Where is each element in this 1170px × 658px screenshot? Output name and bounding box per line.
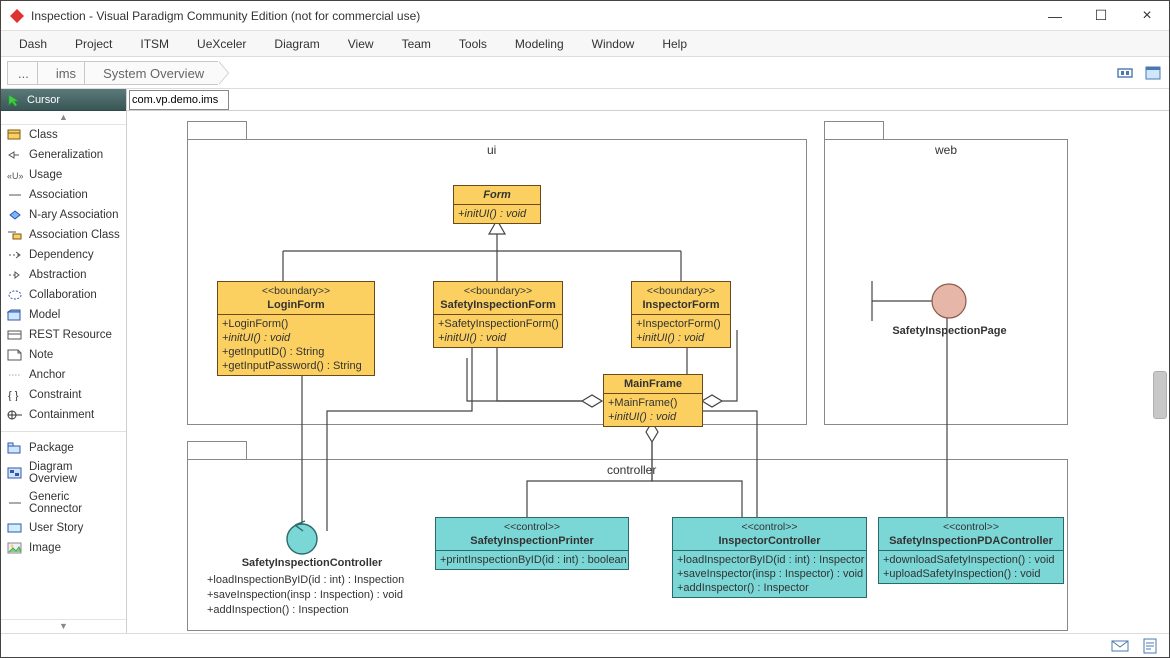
close-button[interactable]: × (1133, 7, 1161, 25)
canvas-header (127, 89, 1169, 111)
menu-project[interactable]: Project (75, 37, 112, 51)
titlebar: Inspection - Visual Paradigm Community E… (1, 1, 1169, 31)
menu-view[interactable]: View (348, 37, 374, 51)
palette-item-class[interactable]: Class (1, 125, 126, 145)
class-safety-inspection-form[interactable]: <<boundary>> SafetyInspectionForm +Safet… (433, 281, 563, 348)
palette-item-dependency[interactable]: Dependency (1, 245, 126, 265)
svg-text:{ }: { } (8, 390, 19, 401)
containment-icon (7, 408, 23, 422)
class-pda-controller[interactable]: <<control>> SafetyInspectionPDAControlle… (878, 517, 1064, 584)
menu-help[interactable]: Help (662, 37, 687, 51)
note-page-icon[interactable] (1141, 637, 1159, 655)
palette-cursor[interactable]: Cursor (1, 89, 126, 111)
abstraction-icon (7, 268, 23, 282)
palette-list: ClassGeneralization«U»UsageAssociationN-… (1, 125, 126, 619)
menu-team[interactable]: Team (402, 37, 431, 51)
palette-item-n-ary-association[interactable]: N-ary Association (1, 205, 126, 225)
referenced-diagram-icon[interactable] (1117, 64, 1135, 82)
palette-item-image[interactable]: Image (1, 538, 126, 558)
menubar: Dash Project ITSM UeXceler Diagram View … (1, 31, 1169, 57)
menu-dash[interactable]: Dash (19, 37, 47, 51)
diagram-canvas[interactable]: ui web controller (127, 111, 1169, 633)
svg-text:«U»: «U» (7, 171, 23, 181)
app-window: Inspection - Visual Paradigm Community E… (0, 0, 1170, 658)
palette-item-generalization[interactable]: Generalization (1, 145, 126, 165)
menu-uexceler[interactable]: UeXceler (197, 37, 246, 51)
class-form[interactable]: Form +initUI() : void (453, 185, 541, 224)
class-safety-inspection-controller-name[interactable]: SafetyInspectionController (222, 557, 402, 569)
palette-item-usage[interactable]: «U»Usage (1, 165, 126, 185)
palette-item-association[interactable]: Association (1, 185, 126, 205)
class-form-name: Form (483, 189, 511, 201)
tool-palette: Cursor ▲ ClassGeneralization«U»UsageAsso… (1, 89, 127, 633)
maximize-button[interactable]: ☐ (1087, 7, 1115, 24)
class-inspector-form[interactable]: <<boundary>> InspectorForm +InspectorFor… (631, 281, 731, 348)
window-buttons: — ☐ × (1041, 7, 1161, 25)
menu-modeling[interactable]: Modeling (515, 37, 564, 51)
crumb-ims[interactable]: ims (37, 61, 90, 85)
palette-item-generic-connector[interactable]: Generic Connector (1, 488, 126, 518)
line-icon (7, 188, 23, 202)
minimize-button[interactable]: — (1041, 8, 1069, 24)
class-safety-inspection-controller-ops: +loadInspectionByID(id : int) : Inspecti… (207, 573, 404, 618)
image-icon (7, 541, 23, 555)
model-icon (7, 308, 23, 322)
class-main-frame[interactable]: MainFrame +MainFrame() +initUI() : void (603, 374, 703, 427)
note-icon (7, 348, 23, 362)
menu-tools[interactable]: Tools (459, 37, 487, 51)
canvas-wrap: ui web controller (127, 89, 1169, 633)
class-inspector-controller[interactable]: <<control>> InspectorController +loadIns… (672, 517, 867, 598)
overview-icon (7, 466, 23, 480)
menu-diagram[interactable]: Diagram (274, 37, 319, 51)
package-icon (7, 441, 23, 455)
mail-icon[interactable] (1111, 637, 1129, 655)
diamond-icon (7, 208, 23, 222)
constraint-icon: { } (7, 388, 23, 402)
class-safety-inspection-printer[interactable]: <<control>> SafetyInspectionPrinter +pri… (435, 517, 629, 570)
collab-icon (7, 288, 23, 302)
body: Cursor ▲ ClassGeneralization«U»UsageAsso… (1, 89, 1169, 633)
diagram-settings-icon[interactable] (1145, 64, 1163, 82)
menu-window[interactable]: Window (592, 37, 635, 51)
class-icon (7, 128, 23, 142)
class-login-form[interactable]: <<boundary>> LoginForm +LoginForm() +ini… (217, 281, 375, 376)
palette-item-user-story[interactable]: User Story (1, 518, 126, 538)
assoc-class-icon (7, 228, 23, 242)
palette-cursor-label: Cursor (27, 94, 60, 106)
story-icon (7, 521, 23, 535)
palette-item-package[interactable]: Package (1, 438, 126, 458)
vertical-scrollbar[interactable] (1153, 371, 1167, 419)
palette-collapse-down[interactable]: ▼ (1, 619, 126, 633)
anchor-line-icon (7, 368, 23, 382)
palette-item-rest-resource[interactable]: REST Resource (1, 325, 126, 345)
palette-collapse-up[interactable]: ▲ (1, 111, 126, 125)
menu-itsm[interactable]: ITSM (140, 37, 169, 51)
crumb-current[interactable]: System Overview (84, 61, 218, 85)
palette-item-model[interactable]: Model (1, 305, 126, 325)
package-name-input[interactable] (129, 90, 229, 110)
palette-item-diagram-overview[interactable]: Diagram Overview (1, 458, 126, 488)
class-login-form-name: LoginForm (267, 299, 324, 311)
palette-item-constraint[interactable]: { }Constraint (1, 385, 126, 405)
statusbar (1, 633, 1169, 657)
window-title: Inspection - Visual Paradigm Community E… (31, 9, 1041, 23)
class-safety-inspection-page-name[interactable]: SafetyInspectionPage (887, 325, 1012, 337)
arrow-open-icon (7, 148, 23, 162)
line-icon (7, 496, 23, 510)
palette-item-note[interactable]: Note (1, 345, 126, 365)
palette-item-containment[interactable]: Containment (1, 405, 126, 425)
dashed-arrow-icon (7, 248, 23, 262)
rest-icon (7, 328, 23, 342)
palette-item-anchor[interactable]: Anchor (1, 365, 126, 385)
palette-item-abstraction[interactable]: Abstraction (1, 265, 126, 285)
breadcrumb-bar: ... ims System Overview (1, 57, 1169, 89)
class-login-form-stereo: <<boundary>> (222, 284, 370, 298)
palette-item-collaboration[interactable]: Collaboration (1, 285, 126, 305)
app-icon (9, 8, 25, 24)
usage-icon: «U» (7, 168, 23, 182)
palette-item-association-class[interactable]: Association Class (1, 225, 126, 245)
class-form-op0: +initUI() : void (458, 207, 536, 221)
